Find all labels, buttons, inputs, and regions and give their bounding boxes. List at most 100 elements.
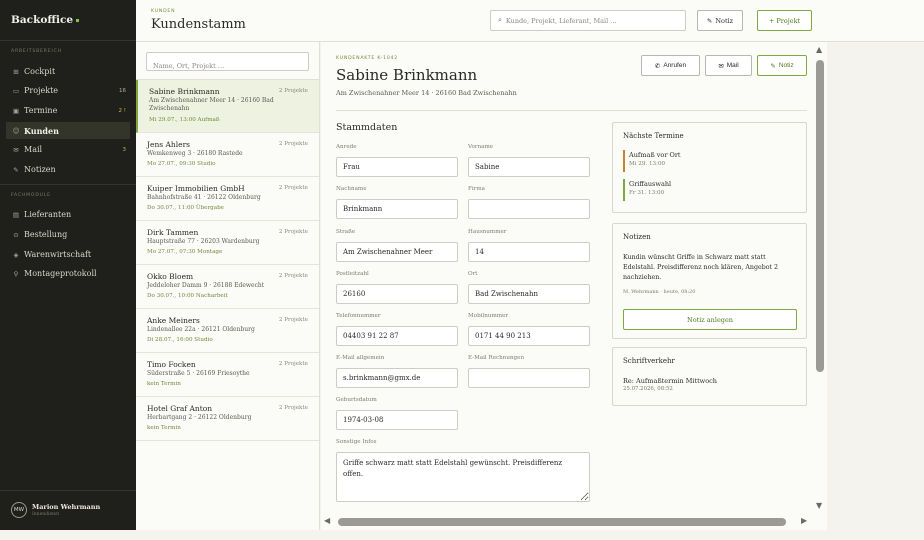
geburtsdatum-field[interactable] bbox=[336, 410, 458, 430]
customer-next-appointment: Do 30.07., 10:00 Nacharbeit bbox=[147, 293, 228, 299]
customer-list-item[interactable]: Anke Meiners Lindenallee 22a · 26121 Old… bbox=[136, 309, 319, 353]
customer-name: Timo Focken bbox=[147, 360, 196, 369]
ort-field[interactable] bbox=[468, 284, 590, 304]
vorname-field[interactable] bbox=[468, 157, 590, 177]
call-button[interactable]: ✆ Anrufen bbox=[641, 55, 700, 76]
field-label: Sonstige Infos bbox=[336, 439, 377, 445]
appointment-item[interactable]: Griffauswahl Fr 31. 13:00 bbox=[623, 179, 793, 201]
sidebar-item-bestellung[interactable]: ⊙ Bestellung bbox=[6, 226, 130, 243]
wrench-icon: ⚲ bbox=[13, 269, 19, 278]
folder-icon: ▭ bbox=[12, 86, 20, 95]
sidebar-section-label: FACHMODULE bbox=[11, 193, 51, 198]
appointment-item[interactable]: Aufmaß vor Ort Mi 29. 13:00 bbox=[623, 150, 793, 172]
hausnummer-field[interactable] bbox=[468, 242, 590, 262]
customer-list-item[interactable]: Hotel Graf Anton Herbartgang 2 · 26122 O… bbox=[136, 397, 319, 441]
customer-project-count: 2 Projekte bbox=[278, 141, 308, 147]
field-label: Mobilnummer bbox=[468, 313, 509, 319]
sidebar-item-cockpit[interactable]: ⊞ Cockpit bbox=[6, 63, 130, 80]
customer-address: Bahnhofstraße 41 · 26122 Oldenburg bbox=[147, 194, 261, 201]
scroll-up-icon[interactable]: ▲ bbox=[816, 45, 822, 54]
scroll-right-icon[interactable]: ▶ bbox=[801, 516, 807, 525]
anrede-field[interactable] bbox=[336, 157, 458, 177]
customer-list-item[interactable]: Jens Ahlers Wemkenweg 3 · 26180 Rastede … bbox=[136, 133, 319, 177]
customer-name: Kuiper Immobilien GmbH bbox=[147, 184, 245, 193]
appointment-status-bar bbox=[623, 179, 625, 201]
user-name: Marion Wehrmann bbox=[32, 503, 101, 511]
email-rechnung-field[interactable] bbox=[468, 368, 590, 388]
sidebar-item-termine[interactable]: ▣ Termine 2 ! bbox=[6, 102, 130, 119]
sidebar-item-label: Warenwirtschaft bbox=[24, 250, 92, 259]
customer-address: Hauptstraße 77 · 26203 Wardenburg bbox=[147, 238, 260, 245]
field-label: E-Mail allgemein bbox=[336, 355, 385, 361]
plz-field[interactable] bbox=[336, 284, 458, 304]
sidebar-item-projekte[interactable]: ▭ Projekte 16 bbox=[6, 82, 130, 99]
firma-field[interactable] bbox=[468, 199, 590, 219]
scroll-down-icon[interactable]: ▼ bbox=[816, 501, 822, 510]
sidebar-item-label: Termine bbox=[24, 106, 58, 115]
appointment-title: Aufmaß vor Ort bbox=[629, 151, 681, 159]
global-search[interactable]: ⌕ bbox=[490, 10, 686, 31]
customer-list-item[interactable]: Timo Focken Süderstraße 5 · 26169 Frieso… bbox=[136, 353, 319, 397]
strasse-field[interactable] bbox=[336, 242, 458, 262]
users-icon: ☺ bbox=[12, 126, 20, 135]
note-meta: M. Wehrmann · heute, 08:20 bbox=[623, 289, 696, 295]
customer-address: Herbartgang 2 · 26122 Oldenburg bbox=[147, 414, 252, 421]
grid-icon: ⊞ bbox=[13, 67, 19, 76]
global-search-input[interactable] bbox=[505, 16, 676, 25]
telefon-field[interactable] bbox=[336, 326, 458, 346]
sidebar-item-label: Notizen bbox=[24, 165, 56, 174]
sidebar-item-notizen[interactable]: ✎ Notizen bbox=[6, 161, 130, 178]
email-field[interactable] bbox=[336, 368, 458, 388]
scroll-left-icon[interactable]: ◀ bbox=[324, 516, 330, 525]
customer-next-appointment: Mi 29.07., 13:00 Aufmaß bbox=[149, 117, 220, 123]
list-search[interactable] bbox=[146, 52, 309, 75]
add-note-button[interactable]: Notiz anlegen bbox=[623, 309, 797, 330]
notes-card: Notizen Kundin wünscht Griffe in Schwarz… bbox=[612, 223, 807, 339]
sonstiges-textarea[interactable]: Griffe schwarz matt statt Edelstahl gewü… bbox=[336, 452, 590, 502]
sidebar-divider bbox=[0, 184, 136, 185]
sidebar-item-kunden[interactable]: ☺ Kunden bbox=[6, 122, 130, 139]
mail-button[interactable]: ✉ Mail bbox=[705, 55, 752, 76]
count-badge: 3 bbox=[122, 146, 127, 153]
customer-address: Am Zwischenahner Meer 14 · 26160 Bad Zwi… bbox=[149, 97, 274, 112]
header-projekt-button[interactable]: + Projekt bbox=[757, 10, 812, 31]
nachname-field[interactable] bbox=[336, 199, 458, 219]
sidebar-item-label: Projekte bbox=[24, 86, 59, 95]
mail-subject[interactable]: Re: Aufmaßtermin Mittwoch bbox=[623, 377, 717, 385]
user-profile[interactable]: MW Marion Wehrmann Innendienst bbox=[0, 490, 136, 530]
sidebar-item-warenwirtschaft[interactable]: ◈ Warenwirtschaft bbox=[6, 246, 130, 263]
field-label: Firma bbox=[468, 186, 485, 192]
correspondence-card: Schriftverkehr Re: Aufmaßtermin Mittwoch… bbox=[612, 347, 807, 406]
customer-name: Sabine Brinkmann bbox=[149, 87, 220, 96]
sidebar-item-lieferanten[interactable]: ▤ Lieferanten bbox=[6, 206, 130, 223]
horizontal-scrollbar[interactable]: ◀ ▶ bbox=[321, 514, 813, 530]
sidebar-item-mail[interactable]: ✉ Mail 3 bbox=[6, 141, 130, 158]
customer-list-item[interactable]: Dirk Tammen Hauptstraße 77 · 26203 Warde… bbox=[136, 221, 319, 265]
list-search-input[interactable] bbox=[147, 57, 308, 75]
card-title: Notizen bbox=[623, 233, 651, 241]
customer-list-pane: Sabine Brinkmann Am Zwischenahner Meer 1… bbox=[136, 42, 320, 530]
customer-list-item[interactable]: Kuiper Immobilien GmbH Bahnhofstraße 41 … bbox=[136, 177, 319, 221]
count-badge: 16 bbox=[119, 87, 126, 94]
record-id: KUNDENAKTE K-1042 bbox=[336, 56, 399, 61]
sidebar-item-montageprotokoll[interactable]: ⚲ Montageprotokoll bbox=[6, 265, 130, 282]
note-text: Kundin wünscht Griffe in Schwarz matt st… bbox=[623, 254, 779, 281]
search-icon: ⌕ bbox=[498, 16, 502, 24]
customer-project-count: 2 Projekte bbox=[278, 317, 308, 323]
appointment-title: Griffauswahl bbox=[629, 180, 672, 188]
detail-divider bbox=[336, 110, 807, 111]
header-notiz-button[interactable]: ✎ Notiz bbox=[697, 10, 743, 31]
customer-list-item[interactable]: Okko Bloem Jeddeloher Damm 9 · 26188 Ede… bbox=[136, 265, 319, 309]
vertical-scrollbar[interactable]: ▲ ▼ bbox=[813, 42, 827, 514]
field-label: Nachname bbox=[336, 186, 367, 192]
mobil-field[interactable] bbox=[468, 326, 590, 346]
scrollbar-thumb[interactable] bbox=[338, 518, 786, 526]
notiz-button[interactable]: ✎ Notiz bbox=[757, 55, 807, 76]
field-label: Telefonnummer bbox=[336, 313, 381, 319]
user-role: Innendienst bbox=[32, 512, 60, 517]
customer-subtitle: Am Zwischenahner Meer 14 · 26160 Bad Zwi… bbox=[336, 89, 517, 97]
brand-logo[interactable]: Backoffice bbox=[11, 14, 80, 26]
scrollbar-thumb[interactable] bbox=[816, 60, 824, 372]
customer-next-appointment: kein Termin bbox=[147, 381, 181, 387]
customer-list-item[interactable]: Sabine Brinkmann Am Zwischenahner Meer 1… bbox=[136, 80, 319, 133]
